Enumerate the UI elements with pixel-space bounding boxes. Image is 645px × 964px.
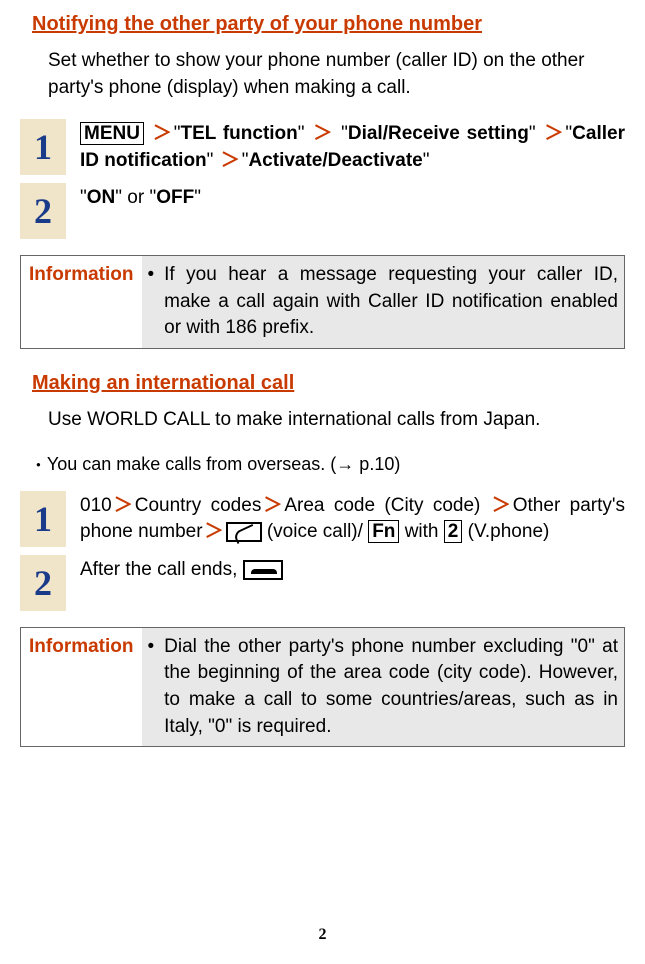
arrow-icon: ＞ [112,495,135,516]
off-label: OFF [156,187,194,208]
arrow-icon: ＞ [219,150,242,171]
section1-heading: Notifying the other party of your phone … [32,10,625,38]
step-number: 2 [20,555,66,611]
dial-receive-label: Dial/Receive setting [348,123,529,144]
arrow-icon: ＞ [261,495,284,516]
end-call-icon [243,560,283,580]
step1-content: 010＞Country codes＞Area code (City code) … [80,491,625,546]
section2-heading: Making an international call [32,369,625,397]
info-label: Information [21,256,142,348]
arrow-icon: ＞ [311,123,334,144]
step2-content: "ON" or "OFF" [80,183,625,212]
section2-note: You can make calls from overseas. (→ p.1… [36,452,625,477]
key-2: 2 [444,520,463,543]
step-number: 2 [20,183,66,239]
section1-info-box: Information • If you hear a message requ… [20,255,625,349]
section1-intro: Set whether to show your phone number (c… [48,48,625,101]
arrow-icon: ＞ [203,521,226,542]
section2-step2: 2 After the call ends, [20,555,625,611]
info-label: Information [21,628,142,746]
prefix-010: 010 [80,495,112,516]
step1-content: MENU ＞"TEL function" ＞ "Dial/Receive set… [80,119,625,174]
vphone-text: (V.phone) [462,521,549,542]
fn-key: Fn [368,520,399,543]
info-text: Dial the other party's phone number excl… [164,634,618,740]
arrow-icon: ＞ [151,123,174,144]
info-content: • If you hear a message requesting your … [142,256,625,348]
step-number: 1 [20,491,66,547]
tel-function-label: TEL function [181,123,298,144]
bullet-icon: • [142,634,165,740]
on-label: ON [87,187,116,208]
section1-step1: 1 MENU ＞"TEL function" ＞ "Dial/Receive s… [20,119,625,175]
with-text: with [399,521,443,542]
info-content: • Dial the other party's phone number ex… [142,628,625,746]
section2-intro: Use WORLD CALL to make international cal… [48,407,625,434]
step2-content: After the call ends, [80,555,625,584]
activate-label: Activate/Deactivate [248,150,422,171]
section1-step2: 2 "ON" or "OFF" [20,183,625,239]
country-codes: Country codes [135,495,262,516]
step-number: 1 [20,119,66,175]
arrow-icon: ＞ [490,495,513,516]
page-number: 2 [319,924,327,946]
menu-key: MENU [80,122,144,145]
area-code: Area code (City code) [284,495,489,516]
section2-info-box: Information • Dial the other party's pho… [20,627,625,747]
voice-call-text: (voice call)/ [262,521,369,542]
info-text: If you hear a message requesting your ca… [164,262,618,342]
arrow-icon: ＞ [542,123,565,144]
section2-step1: 1 010＞Country codes＞Area code (City code… [20,491,625,547]
or-text: " or " [115,187,156,208]
call-icon [226,522,262,542]
bullet-icon: • [142,262,165,342]
after-call-text: After the call ends, [80,559,243,580]
